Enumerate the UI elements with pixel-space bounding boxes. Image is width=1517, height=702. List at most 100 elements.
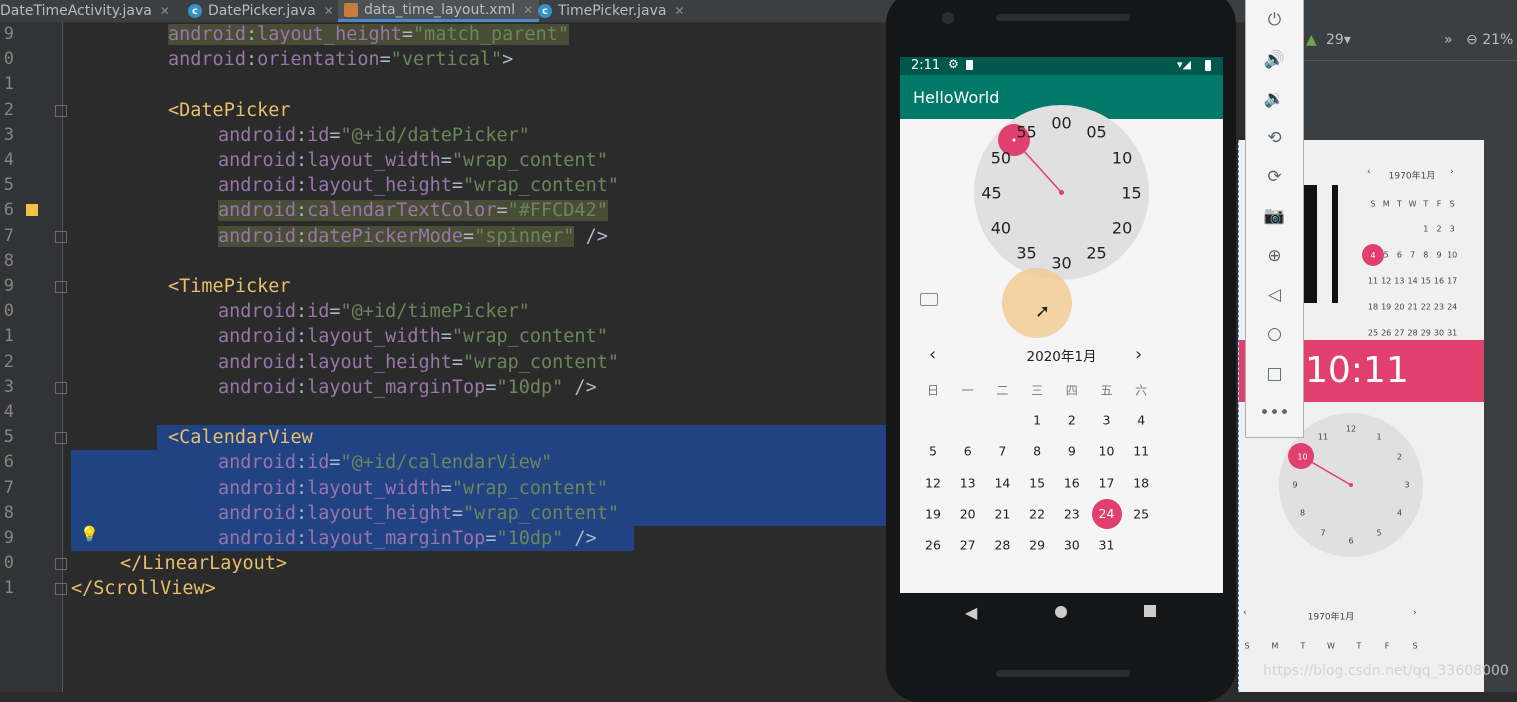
code-line[interactable]: </ScrollView> bbox=[71, 576, 216, 601]
fold-icon[interactable] bbox=[55, 583, 67, 596]
mini-day[interactable]: 3 bbox=[1450, 225, 1455, 234]
mini-day[interactable]: 26 bbox=[1381, 329, 1391, 338]
calendar-day[interactable]: 14 bbox=[994, 475, 1010, 490]
home-icon[interactable]: ○ bbox=[1246, 324, 1303, 344]
mini-day[interactable]: 14 bbox=[1408, 277, 1418, 286]
clock-number[interactable]: 55 bbox=[1016, 122, 1036, 141]
code-line[interactable]: android:id="@+id/calendarView" bbox=[218, 450, 552, 475]
close-icon[interactable]: ✕ bbox=[160, 4, 170, 18]
close-icon[interactable]: ✕ bbox=[324, 4, 334, 18]
fold-icon[interactable] bbox=[55, 104, 67, 117]
more-icon[interactable]: ••• bbox=[1246, 403, 1303, 423]
zoom-out-icon[interactable]: ⊖ bbox=[1466, 32, 1478, 48]
tab-datepicker[interactable]: c DatePicker.java ✕ bbox=[188, 0, 334, 22]
mini-day[interactable]: 6 bbox=[1397, 251, 1402, 260]
code-line[interactable]: android:layout_height="wrap_content" bbox=[218, 173, 619, 198]
fold-icon[interactable] bbox=[55, 432, 67, 445]
calendar-day[interactable]: 11 bbox=[1133, 444, 1149, 459]
close-icon[interactable]: ✕ bbox=[674, 4, 684, 18]
tab-datetimeactivity[interactable]: DateTimeActivity.java ✕ bbox=[0, 0, 170, 22]
calendar-day[interactable]: 9 bbox=[1068, 444, 1076, 459]
code-line[interactable]: android:layout_width="wrap_content" bbox=[218, 148, 608, 173]
keyboard-icon[interactable] bbox=[920, 293, 938, 306]
code-line[interactable]: android:layout_marginTop="10dp" /> bbox=[218, 375, 597, 400]
calendar-day[interactable]: 20 bbox=[960, 506, 976, 521]
clock-number[interactable]: 30 bbox=[1051, 253, 1071, 272]
calendar-day[interactable]: 13 bbox=[960, 475, 976, 490]
calendar-day[interactable]: 3 bbox=[1103, 413, 1111, 428]
mini-day[interactable]: 20 bbox=[1394, 303, 1404, 312]
fold-icon[interactable] bbox=[55, 558, 67, 571]
camera-icon[interactable]: 📷 bbox=[1246, 206, 1303, 226]
calendar-day[interactable]: 6 bbox=[964, 444, 972, 459]
color-swatch-icon[interactable] bbox=[26, 204, 38, 216]
clock-number[interactable]: 50 bbox=[991, 148, 1011, 167]
calendar-day[interactable]: 18 bbox=[1133, 475, 1149, 490]
mini-day[interactable]: 29 bbox=[1421, 329, 1431, 338]
calendar-day[interactable]: 19 bbox=[925, 506, 941, 521]
zoom-control[interactable]: ⊖ 21% bbox=[1466, 32, 1513, 48]
mini-day[interactable]: 19 bbox=[1381, 303, 1391, 312]
calendar-day[interactable]: 12 bbox=[925, 475, 941, 490]
code-line[interactable]: <DatePicker bbox=[168, 98, 291, 123]
close-icon[interactable]: ✕ bbox=[523, 3, 533, 17]
calendar-day[interactable]: 21 bbox=[994, 506, 1010, 521]
selected-day[interactable]: 4 bbox=[1362, 244, 1384, 266]
code-line[interactable]: <TimePicker bbox=[168, 274, 291, 299]
mini-day[interactable]: 2 bbox=[1436, 225, 1441, 234]
code-line[interactable]: android:layout_height="wrap_content" bbox=[218, 501, 619, 526]
calendar-next-icon[interactable]: › bbox=[1135, 344, 1142, 365]
volume-up-icon[interactable]: 🔊 bbox=[1246, 50, 1303, 70]
analog-number[interactable]: 10 bbox=[1297, 453, 1307, 462]
clock-number[interactable]: 05 bbox=[1086, 122, 1106, 141]
mini-day[interactable]: 23 bbox=[1434, 303, 1444, 312]
mini-day[interactable]: 28 bbox=[1408, 329, 1418, 338]
calendar-day[interactable]: 28 bbox=[994, 538, 1010, 553]
home-icon[interactable] bbox=[1055, 606, 1067, 618]
mini-day[interactable]: 13 bbox=[1394, 277, 1404, 286]
clock-number[interactable]: 00 bbox=[1051, 113, 1071, 132]
zoom-icon[interactable]: ⊕ bbox=[1246, 246, 1303, 266]
rotate-right-icon[interactable]: ⟳ bbox=[1246, 167, 1303, 187]
mini-day[interactable]: 1 bbox=[1423, 225, 1428, 234]
calendar-day[interactable]: 31 bbox=[1099, 538, 1115, 553]
mini-day[interactable]: 17 bbox=[1447, 277, 1457, 286]
back-icon[interactable]: ◀ bbox=[965, 603, 977, 622]
volume-down-icon[interactable]: 🔉 bbox=[1246, 89, 1303, 109]
code-line[interactable]: android:datePickerMode="spinner" /> bbox=[218, 224, 608, 249]
back-icon[interactable]: ◁ bbox=[1246, 285, 1303, 305]
recents-icon[interactable] bbox=[1144, 605, 1156, 617]
calendar-prev-icon[interactable]: ‹ bbox=[1367, 167, 1371, 177]
calendar-day[interactable]: 30 bbox=[1064, 538, 1080, 553]
fold-icon[interactable] bbox=[55, 381, 67, 394]
calendar-day[interactable]: 23 bbox=[1064, 506, 1080, 521]
mini-day[interactable]: 22 bbox=[1421, 303, 1431, 312]
calendar-day[interactable]: 2 bbox=[1068, 413, 1076, 428]
code-line[interactable]: android:orientation="vertical"> bbox=[168, 47, 513, 72]
calendar-prev-icon[interactable]: ‹ bbox=[1243, 608, 1247, 618]
mini-day[interactable]: 16 bbox=[1434, 277, 1444, 286]
mini-day[interactable]: 11 bbox=[1368, 277, 1378, 286]
clock-number[interactable]: 20 bbox=[1112, 218, 1132, 237]
calendar-day[interactable]: 15 bbox=[1029, 475, 1045, 490]
mini-day[interactable]: 30 bbox=[1434, 329, 1444, 338]
code-line[interactable]: android:layout_width="wrap_content" bbox=[218, 324, 608, 349]
mini-day[interactable]: 18 bbox=[1368, 303, 1378, 312]
rotate-left-icon[interactable]: ⟲ bbox=[1246, 128, 1303, 148]
mini-day[interactable]: 7 bbox=[1410, 251, 1415, 260]
mini-day[interactable]: 9 bbox=[1436, 251, 1441, 260]
code-line[interactable]: android:layout_height="wrap_content" bbox=[218, 350, 619, 375]
device-selector[interactable]: 29▾ bbox=[1326, 32, 1351, 48]
calendar-day[interactable]: 22 bbox=[1029, 506, 1045, 521]
mini-day[interactable]: 21 bbox=[1408, 303, 1418, 312]
calendar-day[interactable]: 27 bbox=[960, 538, 976, 553]
mini-day[interactable]: 31 bbox=[1447, 329, 1457, 338]
selected-day[interactable]: 24 bbox=[1091, 498, 1122, 529]
clock-number[interactable]: 40 bbox=[991, 218, 1011, 237]
code-line[interactable]: </LinearLayout> bbox=[120, 551, 287, 576]
calendar-day[interactable]: 5 bbox=[929, 444, 937, 459]
emulator-screen[interactable]: 2:11 ⚙ ▾◢ HelloWorld 00 05 10 15 20 25 30 35 40 4… bbox=[900, 57, 1223, 593]
calendar-day[interactable]: 17 bbox=[1099, 475, 1115, 490]
calendar-next-icon[interactable]: › bbox=[1450, 167, 1454, 177]
overview-icon[interactable]: □ bbox=[1246, 364, 1303, 384]
